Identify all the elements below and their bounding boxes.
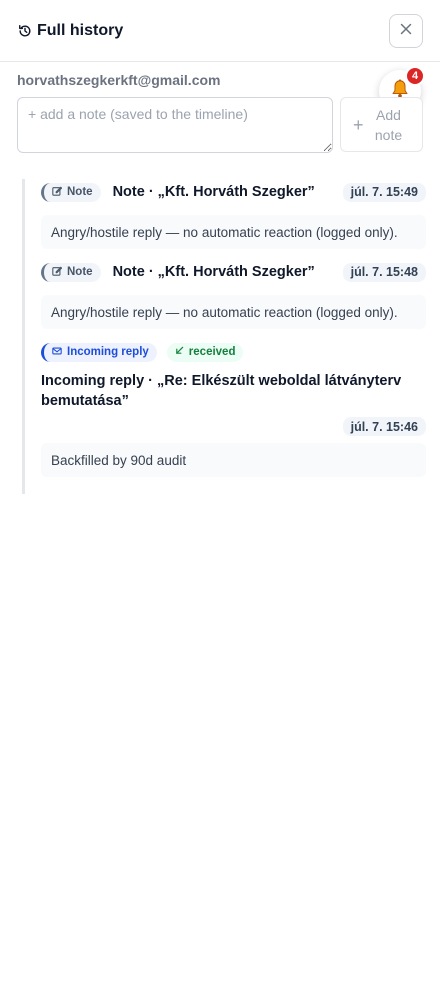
- entry-title: Note · „Kft. Horváth Szegker”: [112, 264, 315, 280]
- timeline: Note Note · „Kft. Horváth Szegker” júl. …: [22, 179, 426, 494]
- entry-body: Backfilled by 90d audit: [41, 443, 426, 477]
- entry-type-badge: Note: [41, 182, 101, 202]
- arrow-down-left-icon: [175, 346, 184, 358]
- entry-type-badge: Note: [41, 262, 101, 282]
- entry-type-label: Note: [67, 186, 93, 198]
- title-group: Full history: [18, 22, 123, 40]
- entry-body: Angry/hostile reply — no automatic react…: [41, 215, 426, 249]
- entry-header: Incoming reply received: [41, 341, 426, 363]
- entry-status-badge: received: [166, 342, 244, 362]
- notification-count-badge: 4: [405, 66, 425, 86]
- entry-title: Incoming reply · „Re: Elkészült weboldal…: [41, 373, 402, 409]
- add-note-button[interactable]: + Add note: [340, 97, 423, 152]
- contact-email: horvathszegkerkft@gmail.com: [17, 72, 221, 88]
- timeline-entry: Note Note · „Kft. Horváth Szegker” júl. …: [41, 181, 426, 249]
- entry-status-label: received: [188, 346, 236, 358]
- entry-type-label: Note: [67, 266, 93, 278]
- close-button[interactable]: [389, 13, 423, 48]
- panel-header: Full history: [0, 0, 440, 62]
- entry-type-label: Incoming reply: [67, 346, 149, 358]
- mail-icon: [52, 346, 62, 359]
- close-icon: [400, 23, 412, 38]
- timeline-entry: Note Note · „Kft. Horváth Szegker” júl. …: [41, 261, 426, 329]
- entry-header: Note Note · „Kft. Horváth Szegker” júl. …: [41, 261, 426, 283]
- edit-icon: [52, 186, 63, 199]
- note-input[interactable]: [17, 97, 333, 153]
- timeline-entry: Incoming reply received Incoming reply ·…: [41, 341, 426, 477]
- entry-time-row: júl. 7. 15:46: [41, 417, 426, 436]
- entry-timestamp: júl. 7. 15:49: [342, 182, 426, 202]
- entry-timestamp: júl. 7. 15:46: [342, 417, 426, 436]
- entry-body: Angry/hostile reply — no automatic react…: [41, 295, 426, 329]
- add-note-label: Add note: [374, 106, 403, 143]
- entry-type-badge: Incoming reply: [41, 342, 157, 362]
- entry-title: Note · „Kft. Horváth Szegker”: [112, 184, 315, 200]
- plus-icon: +: [353, 114, 364, 135]
- entry-timestamp: júl. 7. 15:48: [342, 262, 426, 282]
- history-icon: [18, 24, 32, 38]
- edit-icon: [52, 266, 63, 279]
- panel-title: Full history: [37, 21, 124, 39]
- entry-header: Note Note · „Kft. Horváth Szegker” júl. …: [41, 181, 426, 203]
